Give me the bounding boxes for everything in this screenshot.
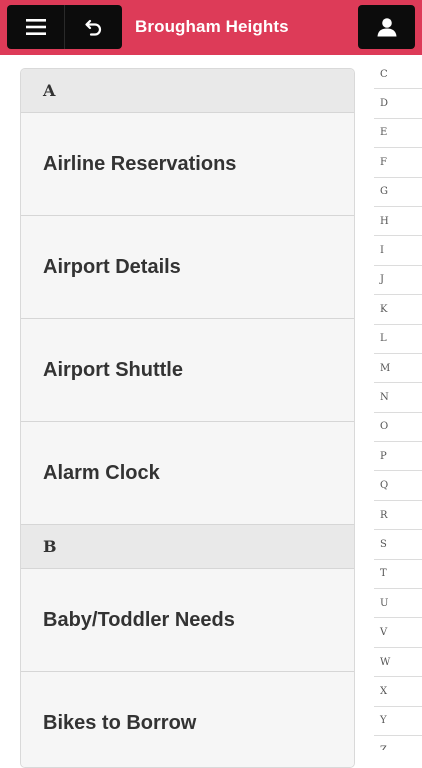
list-item-alarm-clock[interactable]: Alarm Clock <box>21 422 354 525</box>
hamburger-menu-icon <box>25 19 46 35</box>
back-button[interactable] <box>65 5 122 49</box>
list-item-airport-details[interactable]: Airport Details <box>21 216 354 319</box>
index-letter-y[interactable]: Y <box>374 707 422 736</box>
index-letter-u[interactable]: U <box>374 589 422 619</box>
section-header-b: B <box>21 525 354 569</box>
menu-button[interactable] <box>7 5 64 49</box>
list-item-label: Baby/Toddler Needs <box>43 608 235 631</box>
list-item-label: Airline Reservations <box>43 152 237 175</box>
directory-list: A Airline Reservations Airport Details A… <box>20 68 355 768</box>
page-title: Brougham Heights <box>135 17 289 36</box>
user-silhouette-icon <box>377 18 396 37</box>
nav-button-group <box>7 5 122 49</box>
list-item-bikes-to-borrow[interactable]: Bikes to Borrow <box>21 672 354 767</box>
index-letter-l[interactable]: L <box>374 325 422 354</box>
user-profile-button[interactable] <box>358 5 415 49</box>
index-letter-p[interactable]: P <box>374 442 422 472</box>
list-item-baby-toddler-needs[interactable]: Baby/Toddler Needs <box>21 569 354 672</box>
index-letter-k[interactable]: K <box>374 295 422 325</box>
index-letter-m[interactable]: M <box>374 354 422 384</box>
index-letter-f[interactable]: F <box>374 148 422 178</box>
list-item-label: Alarm Clock <box>43 461 160 484</box>
index-letter-j[interactable]: J <box>374 266 422 296</box>
list-item-label: Airport Shuttle <box>43 358 183 381</box>
index-letter-e[interactable]: E <box>374 119 422 149</box>
index-letter-v[interactable]: V <box>374 618 422 648</box>
index-letter-x[interactable]: X <box>374 677 422 707</box>
index-letter-q[interactable]: Q <box>374 471 422 501</box>
index-letter-z[interactable]: Z <box>374 736 422 750</box>
alphabet-index: C D E F G H I J K L M N O P Q R S T U V … <box>374 60 422 750</box>
list-item-airport-shuttle[interactable]: Airport Shuttle <box>21 319 354 422</box>
top-bar: Brougham Heights <box>0 0 422 55</box>
index-letter-c[interactable]: C <box>374 60 422 90</box>
index-letter-g[interactable]: G <box>374 178 422 207</box>
list-item-label: Airport Details <box>43 255 181 278</box>
index-letter-o[interactable]: O <box>374 413 422 443</box>
list-item-airline-reservations[interactable]: Airline Reservations <box>21 113 354 216</box>
index-letter-w[interactable]: W <box>374 648 422 678</box>
index-letter-d[interactable]: D <box>374 89 422 119</box>
section-header-a: A <box>21 69 354 113</box>
index-letter-t[interactable]: T <box>374 560 422 590</box>
list-item-label: Bikes to Borrow <box>43 711 197 734</box>
index-letter-r[interactable]: R <box>374 501 422 531</box>
undo-arrow-icon <box>84 19 101 36</box>
index-letter-s[interactable]: S <box>374 530 422 560</box>
index-letter-i[interactable]: I <box>374 236 422 266</box>
index-letter-n[interactable]: N <box>374 383 422 413</box>
index-letter-h[interactable]: H <box>374 207 422 237</box>
